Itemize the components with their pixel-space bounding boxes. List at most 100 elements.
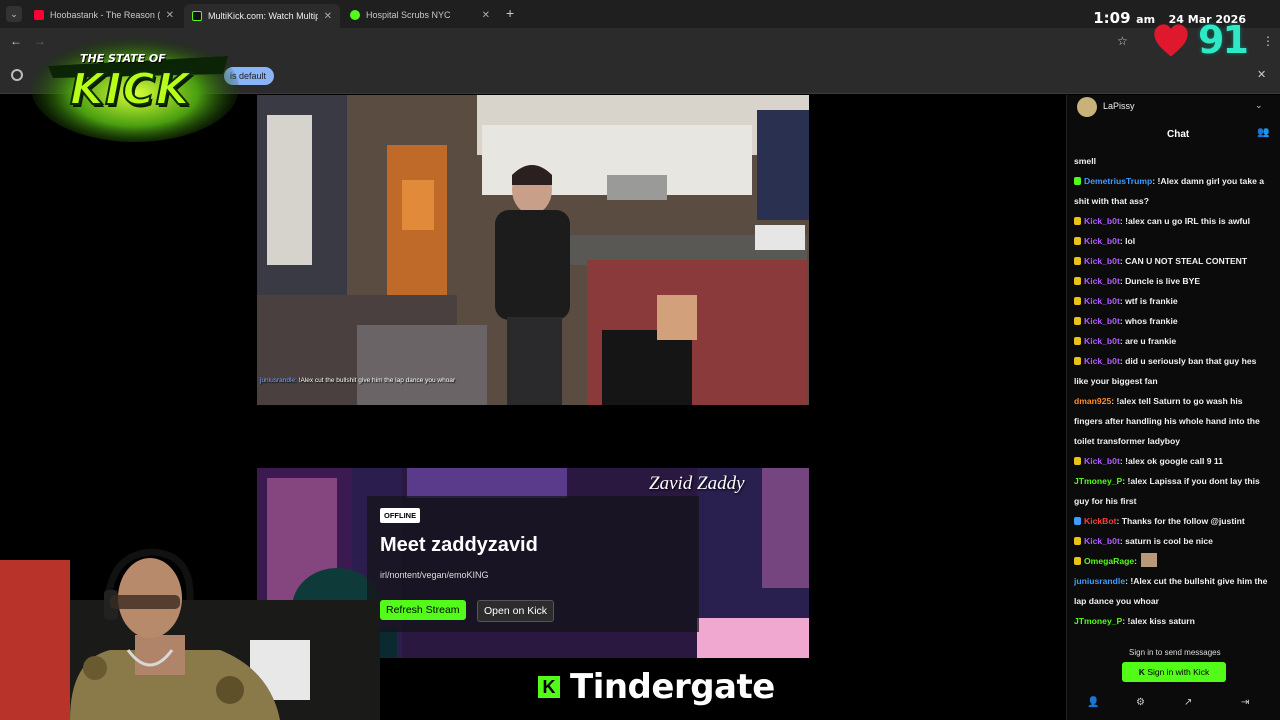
- chat-text: are u frankie: [1125, 336, 1177, 346]
- tab-search-button[interactable]: ⌄: [6, 6, 22, 22]
- chat-message: Kick_b0t: !alex can u go IRL this is awf…: [1067, 211, 1279, 231]
- overlay-message: !Alex cut the bullshit give him the lap …: [298, 377, 456, 384]
- clock-time: 1:09: [1093, 9, 1131, 27]
- user-badge-icon: [1074, 537, 1081, 545]
- back-icon[interactable]: ←: [10, 34, 22, 48]
- chat-message: JTmoney_P: !alex kiss saturn: [1067, 611, 1279, 631]
- chat-message: Kick_b0t: are u frankie: [1067, 331, 1279, 351]
- chat-message: KickBot: Thanks for the follow @justint: [1067, 511, 1279, 531]
- chat-message: dman925: !alex tell Saturn to go wash hi…: [1067, 391, 1279, 451]
- chat-text: saturn is cool be nice: [1125, 536, 1213, 546]
- stream-video-player[interactable]: juniusrandle: !Alex cut the bullshit giv…: [257, 95, 809, 405]
- user-badge-icon: [1074, 337, 1081, 345]
- add-user-icon[interactable]: 👤: [1087, 697, 1099, 708]
- chat-username[interactable]: Kick_b0t: [1084, 336, 1120, 346]
- popout-icon[interactable]: ↗: [1184, 697, 1192, 708]
- chat-username[interactable]: Kick_b0t: [1084, 356, 1120, 366]
- gear-icon[interactable]: ⚙: [1136, 697, 1145, 708]
- chat-username[interactable]: Kick_b0t: [1084, 316, 1120, 326]
- chat-username[interactable]: OmegaRage: [1084, 556, 1134, 566]
- close-infobar-icon[interactable]: ✕: [1257, 68, 1266, 81]
- emote-icon: [1141, 553, 1158, 567]
- banner-text: Tindergate: [570, 667, 775, 707]
- multikick-icon: [192, 11, 202, 21]
- user-badge-icon: [1074, 557, 1081, 565]
- user-badge-icon: [1074, 457, 1081, 465]
- tab-hoobastank[interactable]: Hoobastank - The Reason (Lyric ✕: [26, 4, 182, 26]
- chat-message: juniusrandle: !Alex cut the bullshit giv…: [1067, 571, 1279, 611]
- signin-prompt: Sign in to send messages: [1129, 648, 1221, 657]
- user-badge-icon: [1074, 257, 1081, 265]
- chat-message: Kick_b0t: whos frankie: [1067, 311, 1279, 331]
- close-tab-icon[interactable]: ✕: [166, 10, 174, 21]
- chat-messages: smell DemetriusTrump: !Alex damn girl you…: [1067, 151, 1279, 631]
- bookmark-star-icon[interactable]: ☆: [1117, 34, 1128, 48]
- logo-line2: KICK: [69, 63, 191, 116]
- chat-text: CAN U NOT STEAL CONTENT: [1125, 256, 1248, 266]
- tab-multikick[interactable]: MultiKick.com: Watch Multiple ✕: [184, 4, 340, 28]
- chrome-icon: [11, 69, 23, 81]
- tab-hospital-scrubs[interactable]: Hospital Scrubs NYC ✕: [342, 4, 498, 26]
- chat-username[interactable]: Kick_b0t: [1084, 236, 1120, 246]
- chat-username[interactable]: Kick_b0t: [1084, 536, 1120, 546]
- chat-text: wtf is frankie: [1125, 296, 1178, 306]
- chat-message: Kick_b0t: lol: [1067, 231, 1279, 251]
- chat-username[interactable]: JTmoney_P: [1074, 476, 1122, 486]
- signin-label: Sign in with Kick: [1147, 667, 1210, 677]
- chevron-down-icon[interactable]: ⌄: [1255, 100, 1263, 111]
- menu-icon[interactable]: ⋮: [1262, 34, 1274, 48]
- kick-logo-icon: K: [538, 676, 560, 698]
- chat-message: Kick_b0t: did u seriously ban that guy h…: [1067, 351, 1279, 391]
- chat-message: Kick_b0t: Duncle is live BYE: [1067, 271, 1279, 291]
- chat-username[interactable]: Kick_b0t: [1084, 296, 1120, 306]
- chat-username[interactable]: Kick_b0t: [1084, 256, 1120, 266]
- state-of-kick-logo: THE STATE OF KICK: [28, 26, 243, 144]
- tab-title: MultiKick.com: Watch Multiple: [208, 11, 318, 21]
- offline-card: OFFLINE Meet zaddyzavid irl/nontent/vega…: [367, 496, 699, 632]
- tab-strip: ⌄ Hoobastank - The Reason (Lyric ✕ Multi…: [0, 0, 1280, 28]
- heart-count: 91: [1198, 18, 1249, 62]
- chat-username[interactable]: juniusrandle: [1074, 576, 1125, 586]
- close-tab-icon[interactable]: ✕: [482, 10, 490, 21]
- close-tab-icon[interactable]: ✕: [324, 11, 332, 22]
- chat-text: !alex ok google call 9 11: [1125, 456, 1223, 466]
- user-badge-icon: [1074, 217, 1081, 225]
- chat-username[interactable]: dman925: [1074, 396, 1111, 406]
- channel-name[interactable]: LaPissy: [1103, 101, 1135, 111]
- banner-name: Zavid Zaddy: [649, 473, 745, 494]
- chat-title: Chat: [1167, 129, 1190, 140]
- stream-chat-overlay: juniusrandle: !Alex cut the bullshit giv…: [260, 377, 455, 384]
- chat-username[interactable]: Kick_b0t: [1084, 456, 1120, 466]
- chat-text: whos frankie: [1125, 316, 1178, 326]
- chat-text: !alex kiss saturn: [1127, 616, 1195, 626]
- chat-username[interactable]: JTmoney_P: [1074, 616, 1122, 626]
- chat-username[interactable]: KickBot: [1084, 516, 1116, 526]
- chat-text: lol: [1125, 236, 1136, 246]
- separator: :: [1134, 556, 1140, 566]
- users-icon[interactable]: 👥: [1257, 127, 1269, 138]
- chat-text: smell: [1074, 156, 1096, 166]
- chat-message: Kick_b0t: saturn is cool be nice: [1067, 531, 1279, 551]
- open-on-kick-button[interactable]: Open on Kick: [477, 600, 555, 622]
- topic-banner: K Tindergate: [538, 664, 775, 710]
- youtube-icon: [34, 10, 44, 20]
- sign-in-with-kick-button[interactable]: K Sign in with Kick: [1122, 662, 1226, 682]
- chat-username[interactable]: Kick_b0t: [1084, 276, 1120, 286]
- chat-message: smell: [1067, 151, 1279, 171]
- offline-heading: Meet zaddyzavid: [380, 534, 538, 556]
- kick-icon: [350, 10, 360, 20]
- kick-icon: K: [1138, 667, 1145, 677]
- exit-icon[interactable]: ⇥: [1241, 697, 1249, 708]
- chat-message: Kick_b0t: CAN U NOT STEAL CONTENT: [1067, 251, 1279, 271]
- tab-title: Hoobastank - The Reason (Lyric: [50, 10, 160, 20]
- chat-username[interactable]: Kick_b0t: [1084, 216, 1120, 226]
- channel-avatar: [1077, 97, 1097, 117]
- user-badge-icon: [1074, 277, 1081, 285]
- new-tab-button[interactable]: +: [506, 5, 514, 21]
- chat-message: Kick_b0t: wtf is frankie: [1067, 291, 1279, 311]
- channel-description: irl/nontent/vegan/emoKING: [380, 570, 489, 580]
- user-badge-icon: [1074, 237, 1081, 245]
- webcam-overlay: [0, 540, 380, 720]
- chat-username[interactable]: DemetriusTrump: [1084, 176, 1152, 186]
- refresh-stream-button[interactable]: Refresh Stream: [380, 600, 466, 620]
